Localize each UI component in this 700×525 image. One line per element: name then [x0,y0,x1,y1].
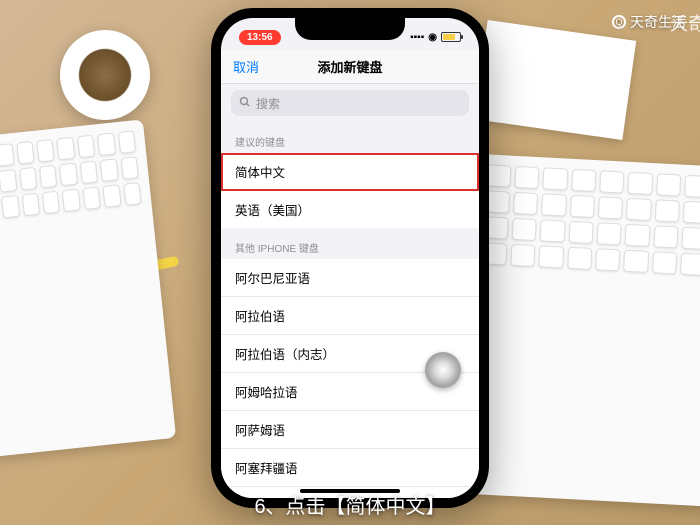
list-item[interactable]: 阿尔巴尼亚语 [221,259,479,297]
row-simplified-chinese[interactable]: 简体中文 [221,153,479,191]
suggested-header: 建议的键盘 [221,122,479,153]
list-item[interactable]: 阿萨姆语 [221,411,479,449]
paper-note-decor [474,20,636,140]
signal-icon: ▪▪▪▪ [410,32,424,43]
nav-bar: 取消 添加新键盘 [221,50,479,84]
phone-frame: 13:56 ▪▪▪▪ ◉ 取消 添加新键盘 搜索 建议的键盘 简体中文 [211,8,489,508]
search-wrap: 搜索 [221,84,479,122]
notch [295,18,405,40]
row-english-us[interactable]: 英语（美国） [221,191,479,228]
keyboard-list-scroll[interactable]: 建议的键盘 简体中文 英语（美国） 其他 IPHONE 键盘 阿尔巴尼亚语 阿拉… [221,122,479,498]
wifi-icon: ◉ [428,32,437,43]
watermark-icon: Q [612,15,626,29]
search-icon [239,96,251,111]
watermark-secondary: 天奇 [670,10,700,36]
tutorial-caption: 6、点击【简体中文】 [254,490,445,519]
search-placeholder: 搜索 [256,95,280,112]
cancel-button[interactable]: 取消 [233,57,259,76]
list-item[interactable]: 阿拉伯语 [221,297,479,335]
keyboard-left-decor [0,119,176,460]
suggested-list: 简体中文 英语（美国） [221,153,479,228]
status-time: 13:56 [239,30,281,45]
search-input[interactable]: 搜索 [231,90,469,116]
page-title: 添加新键盘 [317,57,382,76]
list-item[interactable]: 阿塞拜疆语 [221,449,479,487]
coffee-cup-decor [60,30,150,120]
phone-screen: 13:56 ▪▪▪▪ ◉ 取消 添加新键盘 搜索 建议的键盘 简体中文 [221,18,479,498]
other-header: 其他 IPHONE 键盘 [221,228,479,259]
assistive-touch-button[interactable] [425,352,461,388]
battery-icon [441,32,461,42]
